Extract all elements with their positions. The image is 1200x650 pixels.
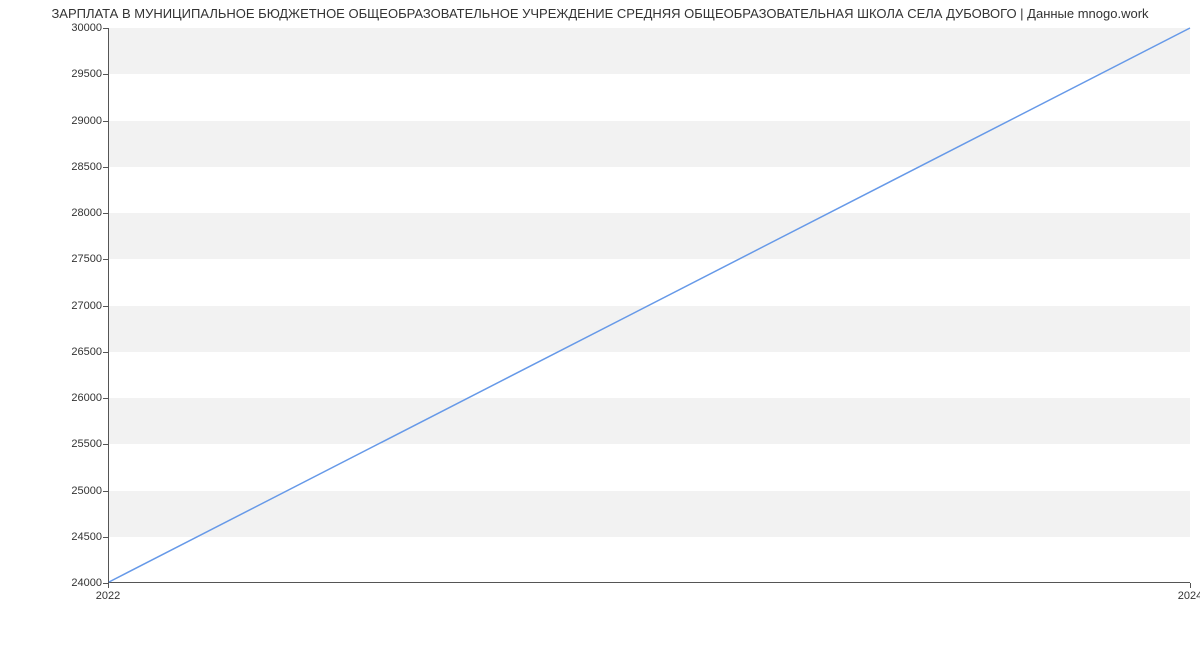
data-line <box>109 28 1190 582</box>
y-tick-label: 26000 <box>52 392 102 404</box>
y-tick-mark <box>103 213 108 214</box>
y-tick-mark <box>103 537 108 538</box>
plot-area <box>108 28 1190 583</box>
y-tick-label: 25000 <box>52 485 102 497</box>
x-tick-label: 2024 <box>1178 590 1200 602</box>
y-tick-label: 24000 <box>52 577 102 589</box>
y-tick-label: 26500 <box>52 346 102 358</box>
x-tick-label: 2022 <box>96 590 120 602</box>
x-tick-mark <box>1190 583 1191 588</box>
y-tick-mark <box>103 121 108 122</box>
y-tick-label: 29000 <box>52 115 102 127</box>
y-tick-label: 27000 <box>52 300 102 312</box>
y-tick-mark <box>103 306 108 307</box>
chart-title: ЗАРПЛАТА В МУНИЦИПАЛЬНОЕ БЮДЖЕТНОЕ ОБЩЕО… <box>0 0 1200 25</box>
y-tick-mark <box>103 167 108 168</box>
y-tick-mark <box>103 444 108 445</box>
y-tick-label: 28000 <box>52 207 102 219</box>
y-tick-mark <box>103 74 108 75</box>
y-tick-mark <box>103 259 108 260</box>
y-tick-label: 27500 <box>52 253 102 265</box>
y-tick-mark <box>103 352 108 353</box>
y-tick-label: 29500 <box>52 68 102 80</box>
y-tick-mark <box>103 398 108 399</box>
y-tick-mark <box>103 491 108 492</box>
y-tick-label: 24500 <box>52 531 102 543</box>
y-tick-label: 30000 <box>52 22 102 34</box>
y-tick-label: 25500 <box>52 438 102 450</box>
chart-container: 24000 24500 25000 25500 26000 26500 27000 27500… <box>0 28 1200 608</box>
y-tick-label: 28500 <box>52 161 102 173</box>
y-tick-mark <box>103 28 108 29</box>
x-tick-mark <box>108 583 109 588</box>
line-chart-svg <box>109 28 1190 582</box>
